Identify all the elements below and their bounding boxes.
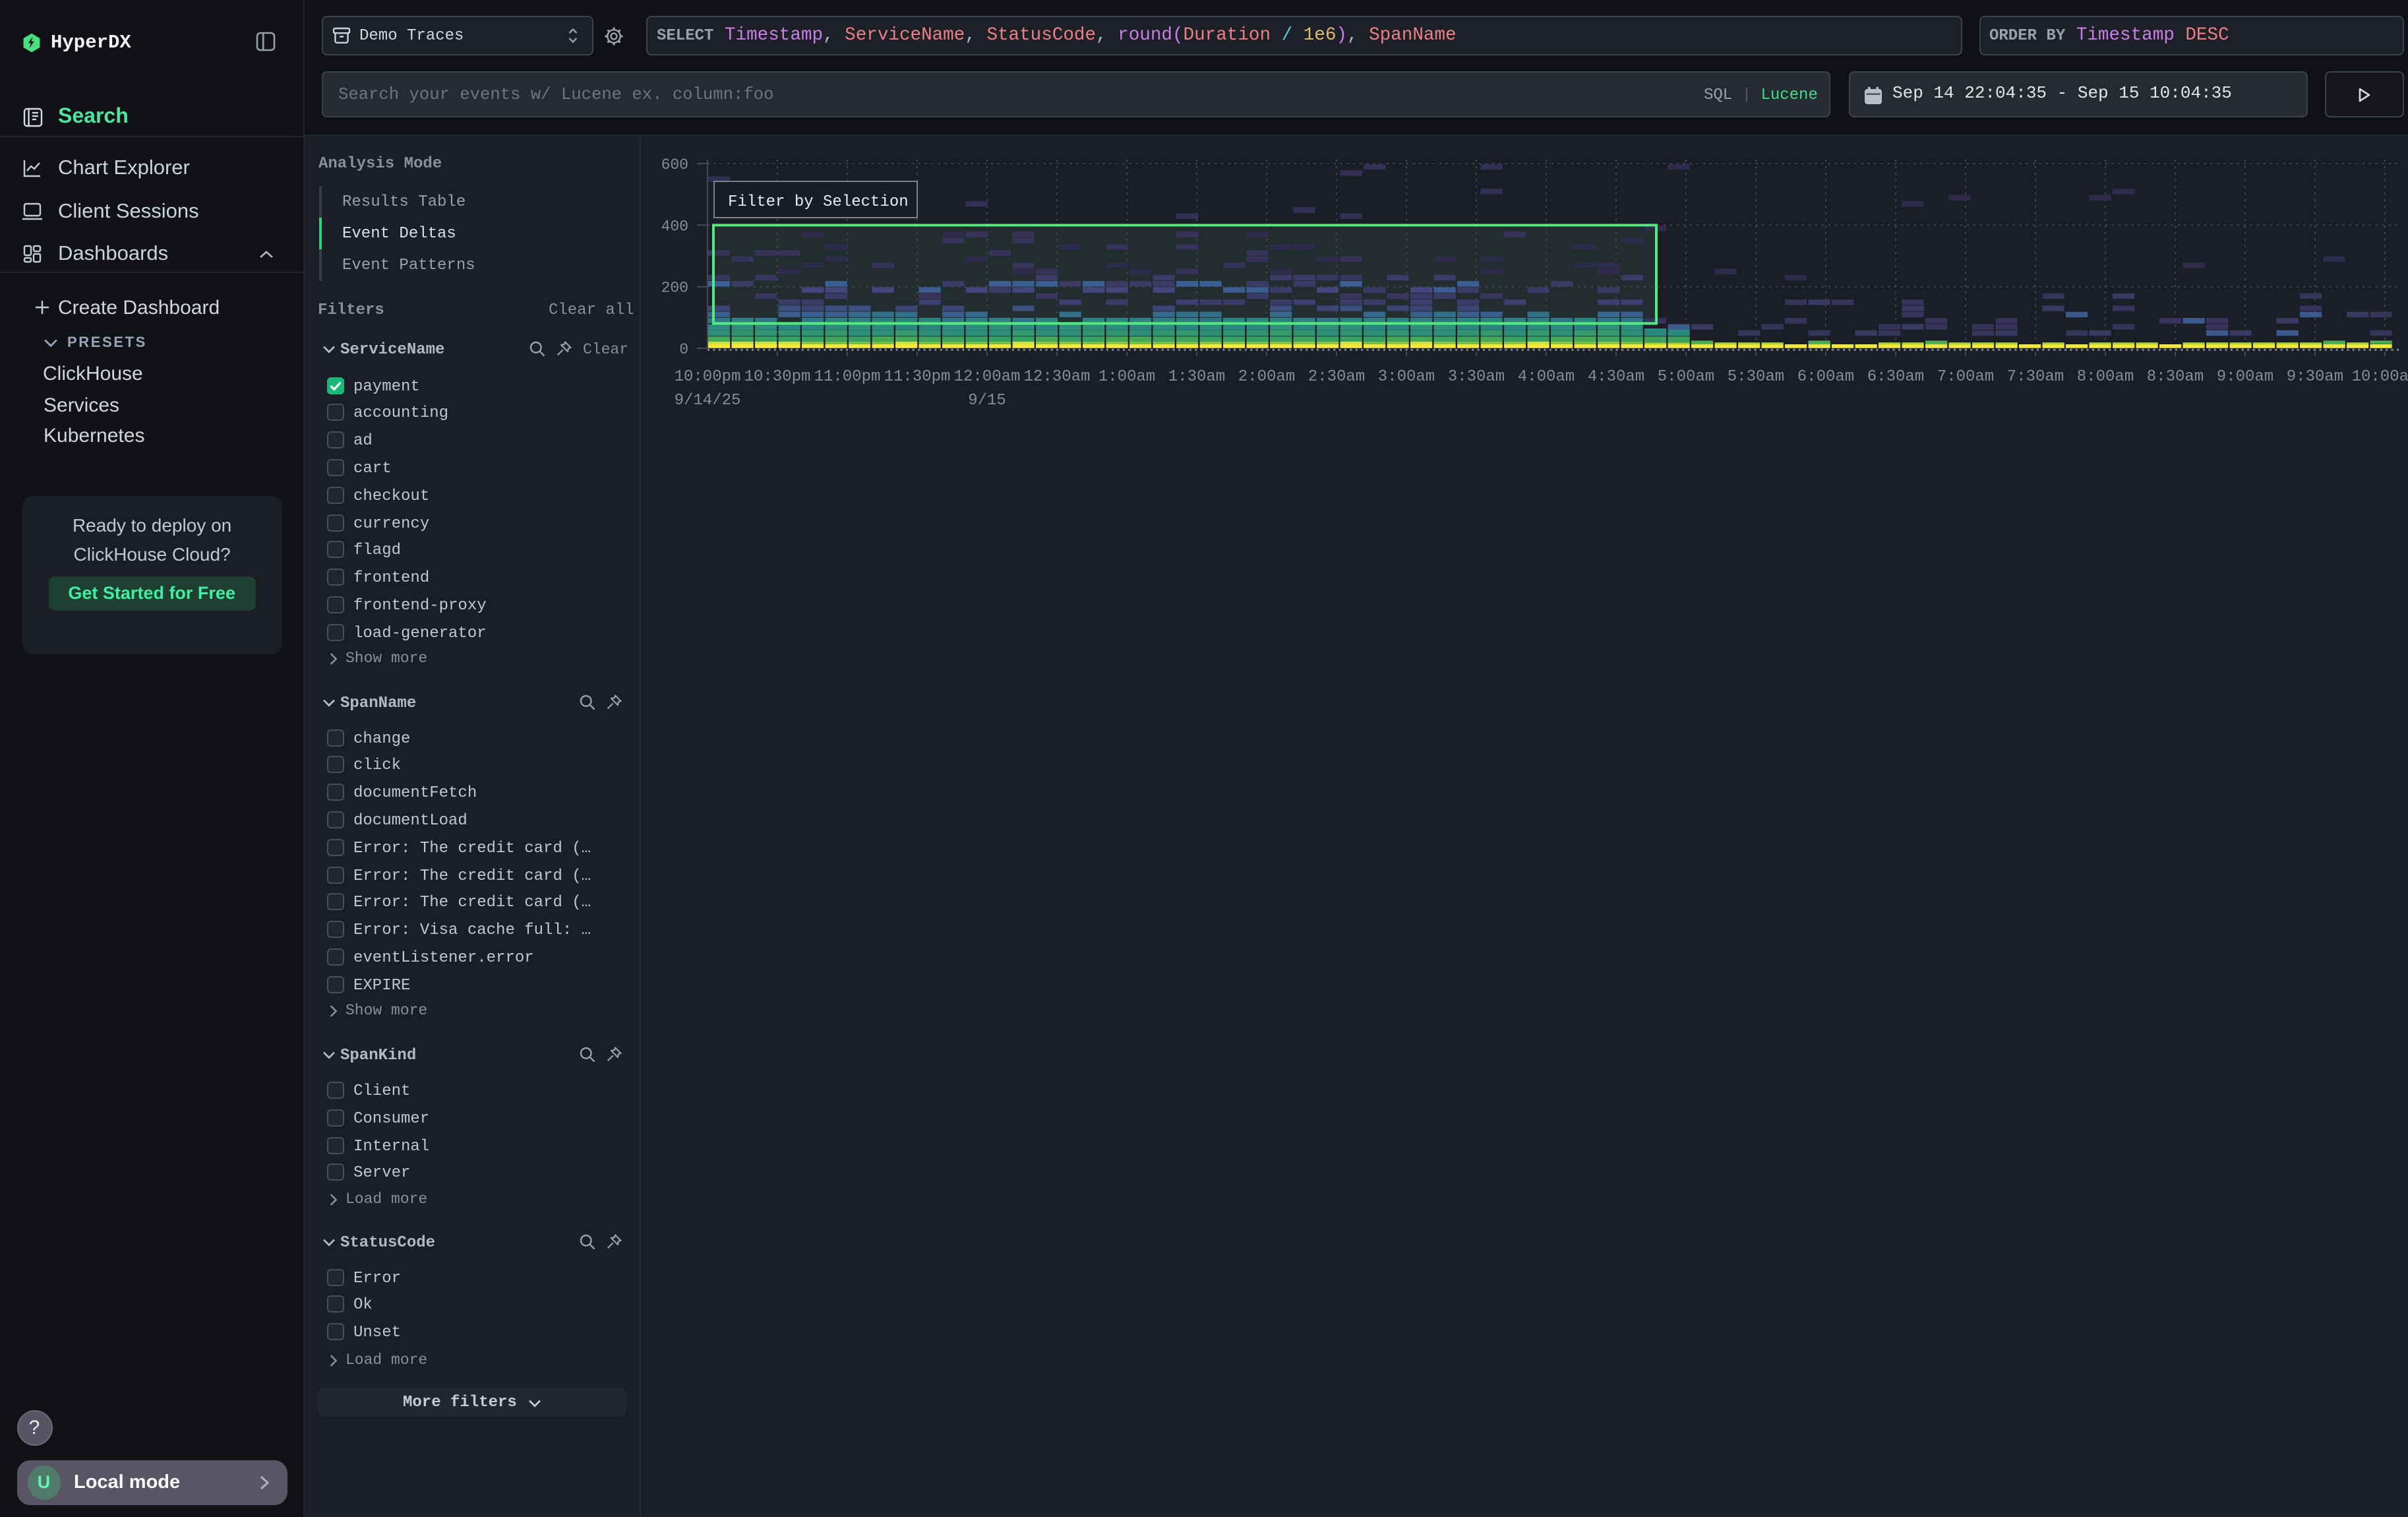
svg-text:5:00am: 5:00am xyxy=(1658,367,1714,385)
svg-text:400: 400 xyxy=(661,217,688,234)
svg-text:8:30am: 8:30am xyxy=(2147,367,2204,385)
svg-text:1:30am: 1:30am xyxy=(1168,367,1225,385)
svg-text:9/15: 9/15 xyxy=(968,391,1006,409)
svg-text:200: 200 xyxy=(661,279,688,296)
svg-text:0: 0 xyxy=(679,340,688,357)
svg-text:12:00am: 12:00am xyxy=(954,367,1021,385)
svg-text:600: 600 xyxy=(661,156,688,173)
svg-text:9:00am: 9:00am xyxy=(2217,367,2273,385)
svg-text:9/14/25: 9/14/25 xyxy=(675,391,741,409)
svg-text:4:00am: 4:00am xyxy=(1518,367,1575,385)
svg-text:7:30am: 7:30am xyxy=(2007,367,2064,385)
svg-text:2:30am: 2:30am xyxy=(1308,367,1365,385)
svg-text:1:00am: 1:00am xyxy=(1099,367,1155,385)
svg-text:5:30am: 5:30am xyxy=(1728,367,1784,385)
svg-text:11:30pm: 11:30pm xyxy=(884,367,951,385)
svg-text:3:00am: 3:00am xyxy=(1378,367,1435,385)
svg-text:4:30am: 4:30am xyxy=(1588,367,1644,385)
svg-text:3:30am: 3:30am xyxy=(1448,367,1505,385)
svg-text:10:30pm: 10:30pm xyxy=(744,367,811,385)
svg-text:6:00am: 6:00am xyxy=(1797,367,1854,385)
svg-text:11:00pm: 11:00pm xyxy=(814,367,881,385)
svg-text:6:30am: 6:30am xyxy=(1867,367,1924,385)
svg-text:12:30am: 12:30am xyxy=(1024,367,1091,385)
svg-text:2:00am: 2:00am xyxy=(1238,367,1295,385)
svg-text:10:00am: 10:00am xyxy=(2352,367,2408,385)
svg-text:8:00am: 8:00am xyxy=(2077,367,2134,385)
svg-text:9:30am: 9:30am xyxy=(2287,367,2343,385)
svg-text:10:00pm: 10:00pm xyxy=(675,367,741,385)
svg-text:Filter by Selection: Filter by Selection xyxy=(728,193,909,210)
svg-text:7:00am: 7:00am xyxy=(1937,367,1994,385)
